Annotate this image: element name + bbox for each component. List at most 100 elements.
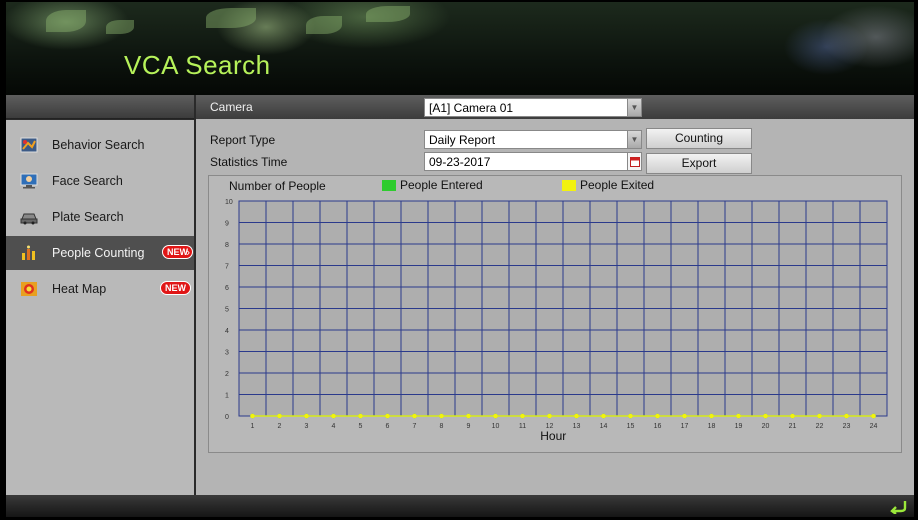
counting-button[interactable]: Counting — [646, 128, 752, 149]
data-point-1 — [709, 413, 714, 419]
x-tick-label: 23 — [843, 423, 851, 430]
report-type-select[interactable]: Daily Report ▼ — [424, 130, 642, 149]
y-tick-label: 2 — [225, 371, 229, 378]
sidebar: Behavior Search Face Search Plate Search… — [6, 120, 194, 495]
x-tick-label: 4 — [332, 423, 336, 430]
app-window: VCA Search Behavior Search Face Search P… — [0, 0, 918, 520]
y-tick-label: 1 — [225, 393, 229, 400]
data-point-1 — [277, 413, 282, 419]
x-tick-label: 17 — [681, 423, 689, 430]
y-tick-label: 6 — [225, 285, 229, 292]
statistics-time-field[interactable]: 09-23-2017 — [424, 152, 642, 171]
back-icon[interactable] — [888, 496, 910, 516]
legend-swatch-1 — [562, 180, 576, 191]
x-tick-label: 18 — [708, 423, 716, 430]
y-tick-label: 5 — [225, 307, 229, 314]
foliage-decoration — [366, 6, 410, 22]
data-point-1 — [655, 413, 660, 419]
main-panel: Camera [A1] Camera 01 ▼ Report Type Dail… — [196, 95, 914, 495]
sidebar-item-heat-map[interactable]: Heat Map NEW — [6, 272, 194, 306]
export-button[interactable]: Export — [646, 153, 752, 174]
data-point-1 — [385, 413, 390, 419]
y-tick-label: 3 — [225, 350, 229, 357]
legend-swatch-0 — [382, 180, 396, 191]
plate-search-icon — [20, 209, 38, 225]
data-point-1 — [493, 413, 498, 419]
foliage-decoration — [206, 8, 256, 28]
chart-canvas: 0123456789101 2 3 4 5 6 7 8 9 10 11 12 13 14 15 16 17 18 1… — [225, 178, 888, 443]
people-counting-icon — [20, 245, 38, 261]
x-tick-label: 15 — [627, 423, 635, 430]
y-tick-label: 9 — [225, 221, 229, 228]
x-axis-label: Hour — [540, 429, 566, 443]
y-tick-label: 0 — [225, 414, 229, 421]
x-tick-label: 21 — [789, 423, 797, 430]
x-tick-label: 13 — [573, 423, 581, 430]
data-point-1 — [763, 413, 768, 419]
sidebar-item-label: Heat Map — [52, 282, 107, 296]
data-point-1 — [439, 413, 444, 419]
sidebar-item-people-counting[interactable]: People Counting NEW › — [6, 236, 194, 270]
calendar-icon[interactable] — [627, 153, 641, 170]
camera-select-value: [A1] Camera 01 — [429, 101, 514, 115]
data-point-1 — [844, 413, 849, 419]
x-tick-label: 7 — [413, 423, 417, 430]
x-tick-label: 10 — [492, 423, 500, 430]
y-tick-label: 8 — [225, 242, 229, 249]
x-tick-label: 9 — [467, 423, 471, 430]
foliage-decoration — [106, 20, 134, 34]
chevron-right-icon: › — [186, 247, 190, 259]
sidebar-item-behavior-search[interactable]: Behavior Search — [6, 128, 194, 162]
sidebar-item-label: Plate Search — [52, 210, 124, 224]
x-tick-label: 5 — [359, 423, 363, 430]
sidebar-item-face-search[interactable]: Face Search — [6, 164, 194, 198]
data-point-1 — [250, 413, 255, 419]
data-point-1 — [574, 413, 579, 419]
x-tick-label: 3 — [305, 423, 309, 430]
data-point-1 — [466, 413, 471, 419]
statistics-time-label: Statistics Time — [210, 155, 288, 169]
data-point-1 — [547, 413, 552, 419]
x-tick-label: 6 — [386, 423, 390, 430]
data-point-1 — [628, 413, 633, 419]
camera-select[interactable]: [A1] Camera 01 ▼ — [424, 98, 642, 117]
y-tick-label: 10 — [225, 199, 233, 206]
data-point-1 — [358, 413, 363, 419]
x-tick-label: 8 — [440, 423, 444, 430]
behavior-search-icon — [20, 137, 38, 153]
foliage-decoration — [46, 10, 86, 32]
data-point-1 — [304, 413, 309, 419]
sidebar-item-label: People Counting — [52, 246, 145, 260]
x-tick-label: 24 — [870, 423, 878, 430]
data-point-1 — [817, 413, 822, 419]
y-tick-label: 4 — [225, 328, 229, 335]
sidebar-item-label: Behavior Search — [52, 138, 145, 152]
data-point-1 — [412, 413, 417, 419]
legend-label-0: People Entered — [400, 178, 483, 192]
x-tick-label: 2 — [278, 423, 282, 430]
chevron-down-icon[interactable]: ▼ — [627, 131, 641, 148]
data-point-1 — [682, 413, 687, 419]
data-point-1 — [520, 413, 525, 419]
data-point-1 — [790, 413, 795, 419]
x-tick-label: 1 — [251, 423, 255, 430]
y-tick-label: 7 — [225, 264, 229, 271]
sidebar-item-plate-search[interactable]: Plate Search — [6, 200, 194, 234]
x-tick-label: 11 — [519, 423, 526, 430]
new-badge: NEW — [160, 281, 191, 295]
sidebar-item-label: Face Search — [52, 174, 123, 188]
legend-label-1: People Exited — [580, 178, 654, 192]
header-banner: VCA Search — [6, 2, 914, 95]
y-axis-label: Number of People — [229, 179, 326, 193]
sidebar-header-bar — [6, 95, 194, 119]
chevron-down-icon[interactable]: ▼ — [627, 99, 641, 116]
x-tick-label: 22 — [816, 423, 824, 430]
data-point-1 — [601, 413, 606, 419]
data-point-1 — [331, 413, 336, 419]
page-title: VCA Search — [124, 50, 271, 80]
heat-map-icon — [20, 281, 38, 297]
dvr-frame: VCA Search Behavior Search Face Search P… — [6, 2, 914, 517]
camera-row: Camera [A1] Camera 01 ▼ — [196, 95, 914, 119]
statistics-time-value: 09-23-2017 — [429, 155, 491, 169]
x-tick-label: 14 — [600, 423, 608, 430]
